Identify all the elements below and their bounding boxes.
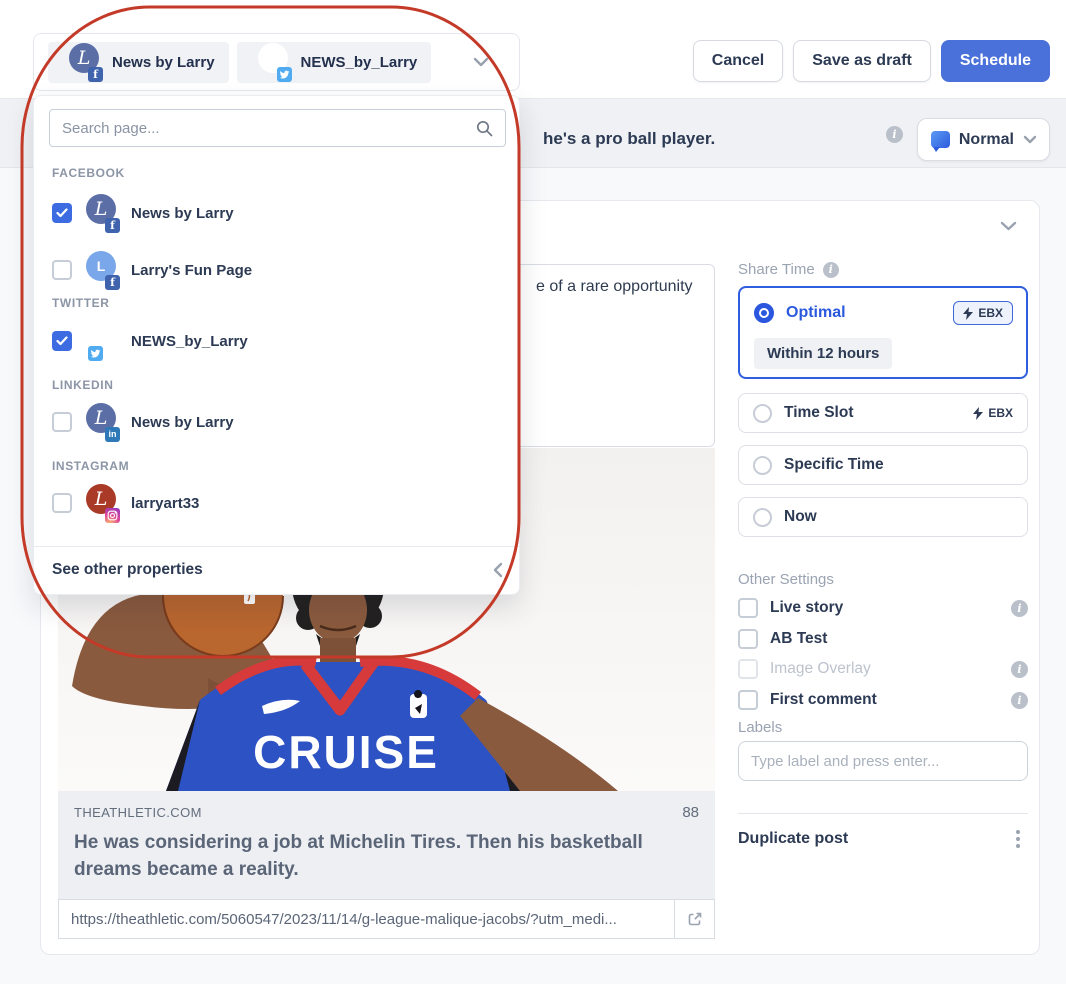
- radio-optimal[interactable]: [754, 303, 774, 323]
- chevron-down-icon: [1023, 135, 1037, 144]
- instagram-avatar: L: [86, 484, 119, 523]
- radio-time-slot[interactable]: [753, 404, 772, 423]
- specific-time-label: Specific Time: [784, 456, 884, 474]
- article-url-bar: https://theathletic.com/5060547/2023/11/…: [58, 899, 715, 939]
- linkedin-badge-icon: in: [105, 427, 120, 442]
- section-header-twitter: TWITTER: [52, 296, 110, 310]
- image-overlay-info-icon[interactable]: i: [1011, 661, 1028, 678]
- selected-page-chip-facebook[interactable]: L f News by Larry: [48, 42, 229, 83]
- selector-chevron-down-icon[interactable]: [473, 57, 489, 67]
- bolt-icon: [963, 307, 973, 320]
- search-icon: [476, 120, 493, 137]
- radio-specific-time[interactable]: [753, 456, 772, 475]
- facebook-badge-icon: f: [88, 67, 103, 82]
- save-as-draft-button[interactable]: Save as draft: [793, 40, 931, 82]
- article-headline: He was considering a job at Michelin Tir…: [74, 830, 699, 884]
- article-domain: THEATHLETIC.COM: [74, 805, 202, 820]
- section-header-linkedin: LINKEDIN: [52, 378, 113, 392]
- duplicate-post-row[interactable]: Duplicate post: [738, 825, 1028, 853]
- facebook-badge-icon: f: [105, 218, 120, 233]
- share-time-option-now[interactable]: Now: [738, 497, 1028, 537]
- checkbox-unchecked[interactable]: [52, 412, 72, 432]
- chevron-left-icon: [493, 562, 503, 578]
- share-time-option-optimal[interactable]: Optimal EBX Within 12 hours: [738, 286, 1028, 379]
- page-row-news-by-larry-tw[interactable]: NEWS_by_Larry: [52, 321, 503, 361]
- schedule-button[interactable]: Schedule: [941, 40, 1050, 82]
- twitter-avatar: [258, 43, 291, 82]
- toolbar-buttons: Cancel Save as draft Schedule: [693, 40, 1050, 82]
- live-story-info-icon[interactable]: i: [1011, 600, 1028, 617]
- section-header-instagram: INSTAGRAM: [52, 459, 129, 473]
- page-row-news-by-larry-li[interactable]: L in News by Larry: [52, 402, 503, 442]
- kebab-menu-icon[interactable]: [1008, 826, 1028, 852]
- see-other-properties[interactable]: See other properties: [52, 555, 503, 585]
- page-search-box[interactable]: [49, 109, 506, 147]
- ebx-badge: EBX: [953, 301, 1013, 325]
- share-time-label: Share Time: [738, 261, 815, 278]
- page-row-news-by-larry-fb[interactable]: L f News by Larry: [52, 193, 503, 233]
- share-time-header: Share Time i: [738, 261, 839, 278]
- share-type-value: Normal: [959, 131, 1014, 149]
- open-link-button[interactable]: [674, 900, 714, 938]
- cancel-button[interactable]: Cancel: [693, 40, 783, 82]
- jersey-text: CRUISE: [253, 726, 439, 778]
- share-time-option-specific-time[interactable]: Specific Time: [738, 445, 1028, 485]
- share-time-info-icon[interactable]: i: [823, 262, 839, 278]
- other-settings-label: Other Settings: [738, 571, 834, 588]
- page-row-larrys-fun-page[interactable]: L f Larry's Fun Page: [52, 250, 503, 290]
- first-comment-info-icon[interactable]: i: [1011, 692, 1028, 709]
- share-type-select[interactable]: Normal: [917, 118, 1050, 161]
- share-time-option-time-slot[interactable]: Time Slot EBX: [738, 393, 1028, 433]
- optimal-window-chip: Within 12 hours: [754, 338, 892, 369]
- message-info-icon[interactable]: i: [886, 126, 903, 143]
- character-count: 88: [682, 804, 699, 821]
- divider: [34, 546, 519, 547]
- twitter-avatar: [86, 322, 119, 361]
- page-search-input[interactable]: [62, 120, 476, 137]
- radio-now[interactable]: [753, 508, 772, 527]
- setting-live-story[interactable]: Live story i: [738, 595, 1028, 621]
- divider: [738, 813, 1028, 814]
- optimal-label: Optimal: [786, 304, 846, 322]
- page-picker-dropdown: FACEBOOK L f News by Larry L f Larry's F…: [33, 95, 520, 595]
- instagram-badge-icon: [105, 508, 120, 523]
- facebook-avatar: L f: [86, 194, 119, 233]
- checkbox-unchecked[interactable]: [52, 493, 72, 513]
- duplicate-post-label: Duplicate post: [738, 830, 848, 848]
- twitter-badge-icon: [277, 67, 292, 82]
- labels-input[interactable]: [738, 741, 1028, 781]
- linkedin-avatar: L in: [86, 403, 119, 442]
- bolt-icon: [973, 407, 983, 420]
- setting-first-comment[interactable]: First comment i: [738, 687, 1028, 713]
- checkbox-ab-test[interactable]: [738, 629, 758, 649]
- collapse-chevron-icon[interactable]: [1000, 221, 1017, 232]
- message-text-fragment: he's a pro ball player.: [543, 129, 715, 149]
- setting-image-overlay: Image Overlay i: [738, 656, 1028, 682]
- checkbox-first-comment[interactable]: [738, 690, 758, 710]
- page-row-larryart33[interactable]: L larryart33: [52, 483, 503, 523]
- article-footer: THEATHLETIC.COM 88 He was considering a …: [58, 791, 715, 899]
- chat-bubble-icon: [931, 131, 950, 148]
- time-slot-label: Time Slot: [784, 404, 853, 422]
- external-link-icon: [687, 911, 703, 927]
- selected-page-chip-twitter[interactable]: NEWS_by_Larry: [237, 42, 432, 83]
- section-header-facebook: FACEBOOK: [52, 166, 125, 180]
- checkbox-image-overlay: [738, 659, 758, 679]
- labels-label: Labels: [738, 719, 782, 736]
- checkbox-unchecked[interactable]: [52, 260, 72, 280]
- checkbox-live-story[interactable]: [738, 598, 758, 618]
- facebook-avatar: L f: [86, 251, 119, 290]
- ebx-badge: EBX: [973, 406, 1013, 420]
- article-url[interactable]: https://theathletic.com/5060547/2023/11/…: [59, 911, 674, 928]
- now-label: Now: [784, 508, 817, 526]
- page-selector-bar[interactable]: L f News by Larry NEWS_by_Larry: [33, 33, 520, 91]
- checkbox-checked[interactable]: [52, 203, 72, 223]
- twitter-badge-icon: [88, 346, 103, 361]
- setting-ab-test[interactable]: AB Test: [738, 626, 1028, 652]
- checkbox-checked[interactable]: [52, 331, 72, 351]
- facebook-badge-icon: f: [105, 275, 120, 290]
- facebook-avatar: L f: [69, 43, 102, 82]
- post-text-fragment: e of a rare opportunity: [536, 278, 693, 296]
